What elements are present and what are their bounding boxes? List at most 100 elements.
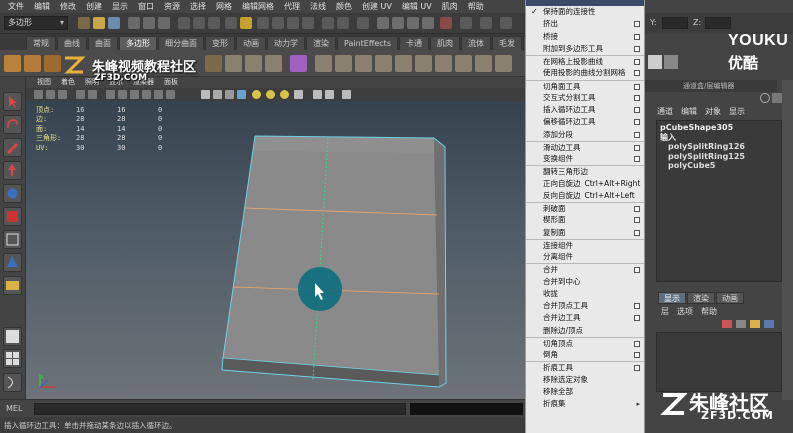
menu-item[interactable]: 桥接	[526, 31, 644, 43]
wireframe-icon[interactable]	[106, 90, 115, 99]
menu-item[interactable]: 肌肉	[437, 1, 463, 12]
single-view-icon[interactable]	[3, 327, 22, 346]
pick-mask-icon[interactable]	[193, 17, 205, 29]
menu-item[interactable]: 添加分段	[526, 129, 644, 141]
option-box-icon[interactable]	[634, 303, 640, 309]
menu-item[interactable]: 文件	[3, 1, 29, 12]
checker-icon[interactable]	[648, 55, 662, 69]
layer-icon[interactable]	[764, 320, 774, 328]
channelbox-menu-item[interactable]: 通道	[657, 106, 673, 117]
lighting-icon[interactable]	[237, 90, 246, 99]
select-hierarchy-icon[interactable]	[128, 17, 140, 29]
menu-item[interactable]: 附加到多边形工具	[526, 43, 644, 55]
light-icon[interactable]	[280, 90, 289, 99]
xray-icon[interactable]	[325, 90, 334, 99]
checker-icon[interactable]	[664, 55, 678, 69]
menu-item[interactable]: 收拢	[526, 288, 644, 300]
input-field-icon[interactable]	[500, 17, 512, 29]
scale-tool-icon[interactable]	[3, 207, 22, 226]
wireframe-icon[interactable]	[154, 90, 163, 99]
select-object-icon[interactable]	[143, 17, 155, 29]
paint-select-icon[interactable]	[3, 138, 22, 157]
shelf-tab[interactable]: 肌肉	[430, 36, 460, 50]
menu-item[interactable]: 翻转三角形边	[526, 165, 644, 177]
menu-item[interactable]: 挤出	[526, 18, 644, 30]
option-box-icon[interactable]	[634, 340, 640, 347]
new-layer-icon[interactable]	[722, 320, 732, 328]
menu-item[interactable]: 删除边/顶点	[526, 325, 644, 337]
layer-menu-item[interactable]: 选项	[677, 306, 693, 317]
menu-item[interactable]: 帮助	[463, 1, 489, 12]
menu-item[interactable]: 合并顶点工具	[526, 300, 644, 312]
menu-item[interactable]: 插入循环边工具	[526, 104, 644, 116]
input-node[interactable]: polySplitRing125	[660, 152, 778, 162]
shelf-tab[interactable]: 细分曲面	[158, 36, 204, 50]
input-node[interactable]: polySplitRing126	[660, 142, 778, 152]
option-box-icon[interactable]	[634, 352, 640, 358]
layer-menu-item[interactable]: 层	[661, 306, 669, 317]
uv-editor-icon[interactable]	[475, 55, 492, 72]
option-box-icon[interactable]	[634, 315, 640, 322]
option-box-icon[interactable]	[634, 229, 640, 236]
hypershade-icon[interactable]	[440, 17, 452, 29]
menu-item[interactable]: ✓ 保持面的连接性	[526, 6, 644, 18]
shelf-tab[interactable]: 曲线	[57, 36, 87, 50]
option-box-icon[interactable]	[634, 131, 640, 138]
menu-item[interactable]: 反向自旋边 Ctrl+Alt+Left	[526, 190, 644, 202]
viewport-menu-item[interactable]: 视图	[32, 77, 56, 88]
channelbox-menu-item[interactable]: 显示	[729, 106, 745, 117]
mel-label[interactable]: MEL	[6, 404, 22, 413]
render-settings-icon[interactable]	[422, 17, 434, 29]
shelf-tab[interactable]: 动画	[236, 36, 266, 50]
select-tool-icon[interactable]	[3, 92, 22, 111]
option-box-icon[interactable]	[634, 21, 640, 28]
extract-icon[interactable]	[265, 55, 282, 72]
rotate-tool-icon[interactable]	[3, 184, 22, 203]
input-ops-icon[interactable]	[337, 17, 349, 29]
channelbox-toggle-icon[interactable]	[760, 93, 770, 103]
open-scene-icon[interactable]	[93, 17, 105, 29]
option-box-icon[interactable]	[634, 83, 640, 90]
menu-item[interactable]: 倒角	[526, 349, 644, 361]
lasso-tool-icon[interactable]	[3, 115, 22, 134]
shelf-tab[interactable]: 变形	[205, 36, 235, 50]
wireframe-icon[interactable]	[130, 90, 139, 99]
snap-plane-icon[interactable]	[302, 17, 314, 29]
smooth-icon[interactable]	[290, 55, 307, 72]
menu-item[interactable]: 移除全部	[526, 386, 644, 398]
layer-icon[interactable]	[736, 320, 746, 328]
wireframe-icon[interactable]	[118, 90, 127, 99]
menu-item[interactable]: 法线	[305, 1, 331, 12]
channelbox-menu-item[interactable]: 对象	[705, 106, 721, 117]
menu-item[interactable]: 移除选定对象	[526, 374, 644, 386]
poly-cylinder-icon[interactable]	[44, 55, 61, 72]
layer-editor-toggle-icon[interactable]	[772, 93, 782, 103]
menu-item[interactable]: 编辑	[29, 1, 55, 12]
layer-tab[interactable]: 动画	[716, 292, 744, 304]
texture-icon[interactable]	[225, 90, 234, 99]
wireframe-icon[interactable]	[142, 90, 151, 99]
menu-item[interactable]: 合并边工具	[526, 312, 644, 324]
menu-item[interactable]: 复制面	[526, 227, 644, 239]
menu-item[interactable]: 编辑 UV	[397, 1, 437, 12]
combine-icon[interactable]	[225, 55, 242, 72]
shelf-tab[interactable]: 流体	[461, 36, 491, 50]
shelf-tab[interactable]: 多边形	[119, 36, 157, 50]
layer-tab[interactable]: 显示	[658, 292, 686, 304]
bridge-icon[interactable]	[395, 55, 412, 72]
menu-item[interactable]: 创建	[81, 1, 107, 12]
select-component-icon[interactable]	[158, 17, 170, 29]
menu-item[interactable]: 合并到中心	[526, 276, 644, 288]
last-tool-icon[interactable]	[3, 276, 22, 295]
shelf-tab[interactable]: 常规	[26, 36, 56, 50]
shelf-tab[interactable]: 卡通	[399, 36, 429, 50]
option-box-icon[interactable]	[634, 45, 640, 52]
menu-item[interactable]: 连接组件	[526, 238, 644, 251]
ipr-render-icon[interactable]	[407, 17, 419, 29]
menu-item[interactable]: 切角顶点	[526, 336, 644, 349]
history-icon[interactable]	[322, 17, 334, 29]
mirror-icon[interactable]	[315, 55, 332, 72]
option-box-icon[interactable]	[634, 206, 640, 212]
option-box-icon[interactable]	[634, 217, 640, 224]
shelf-tab[interactable]: 曲面	[88, 36, 118, 50]
